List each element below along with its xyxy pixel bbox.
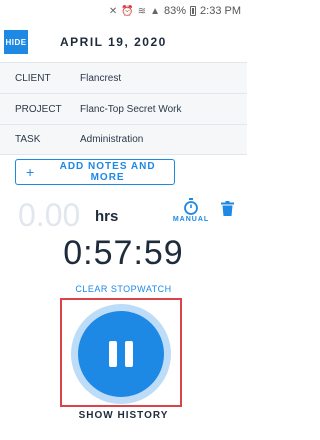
signal-icon: ▲ [150, 5, 160, 17]
mute-icon: ✕ [108, 5, 118, 17]
task-row[interactable]: TASK Administration [0, 124, 247, 155]
battery-icon [190, 6, 197, 16]
add-notes-label: ADD NOTES AND MORE [59, 161, 156, 183]
pause-icon [105, 341, 137, 367]
stopwatch-timer: 0:57:59 [63, 234, 184, 272]
trash-icon[interactable] [221, 201, 234, 216]
hide-button[interactable]: HIDE [4, 30, 28, 54]
manual-label: MANUAL [172, 216, 210, 223]
status-bar: ✕ ⏰ ≋ ▲ 83% 2:33 PM [0, 0, 247, 22]
hours-input[interactable]: 0.00 [18, 197, 80, 234]
entry-date[interactable]: APRIL 19, 2020 [60, 35, 167, 49]
project-value: Flanc-Top Secret Work [80, 103, 182, 115]
client-row[interactable]: CLIENT Flancrest [0, 62, 247, 93]
client-label: CLIENT [15, 72, 51, 84]
task-label: TASK [15, 134, 41, 145]
plus-icon: + [26, 164, 36, 180]
battery-percent: 83% [164, 5, 187, 17]
pause-button[interactable] [78, 311, 164, 397]
clock-time: 2:33 PM [200, 5, 241, 17]
show-history-button[interactable]: SHOW HISTORY [0, 410, 247, 421]
alarm-icon: ⏰ [121, 5, 134, 17]
header: HIDE APRIL 19, 2020 [0, 22, 247, 62]
stopwatch-icon [184, 198, 198, 215]
wifi-icon: ≋ [137, 5, 147, 17]
project-row[interactable]: PROJECT Flanc-Top Secret Work [0, 93, 247, 124]
manual-button[interactable]: MANUAL [170, 198, 212, 223]
pause-ring [71, 304, 171, 404]
pause-highlight [60, 298, 182, 407]
clear-stopwatch-link[interactable]: CLEAR STOPWATCH [0, 284, 247, 294]
task-value: Administration [80, 134, 144, 145]
client-value: Flancrest [80, 72, 122, 84]
project-label: PROJECT [15, 103, 62, 115]
hours-unit: hrs [95, 208, 119, 225]
add-notes-button[interactable]: + ADD NOTES AND MORE [15, 159, 175, 185]
